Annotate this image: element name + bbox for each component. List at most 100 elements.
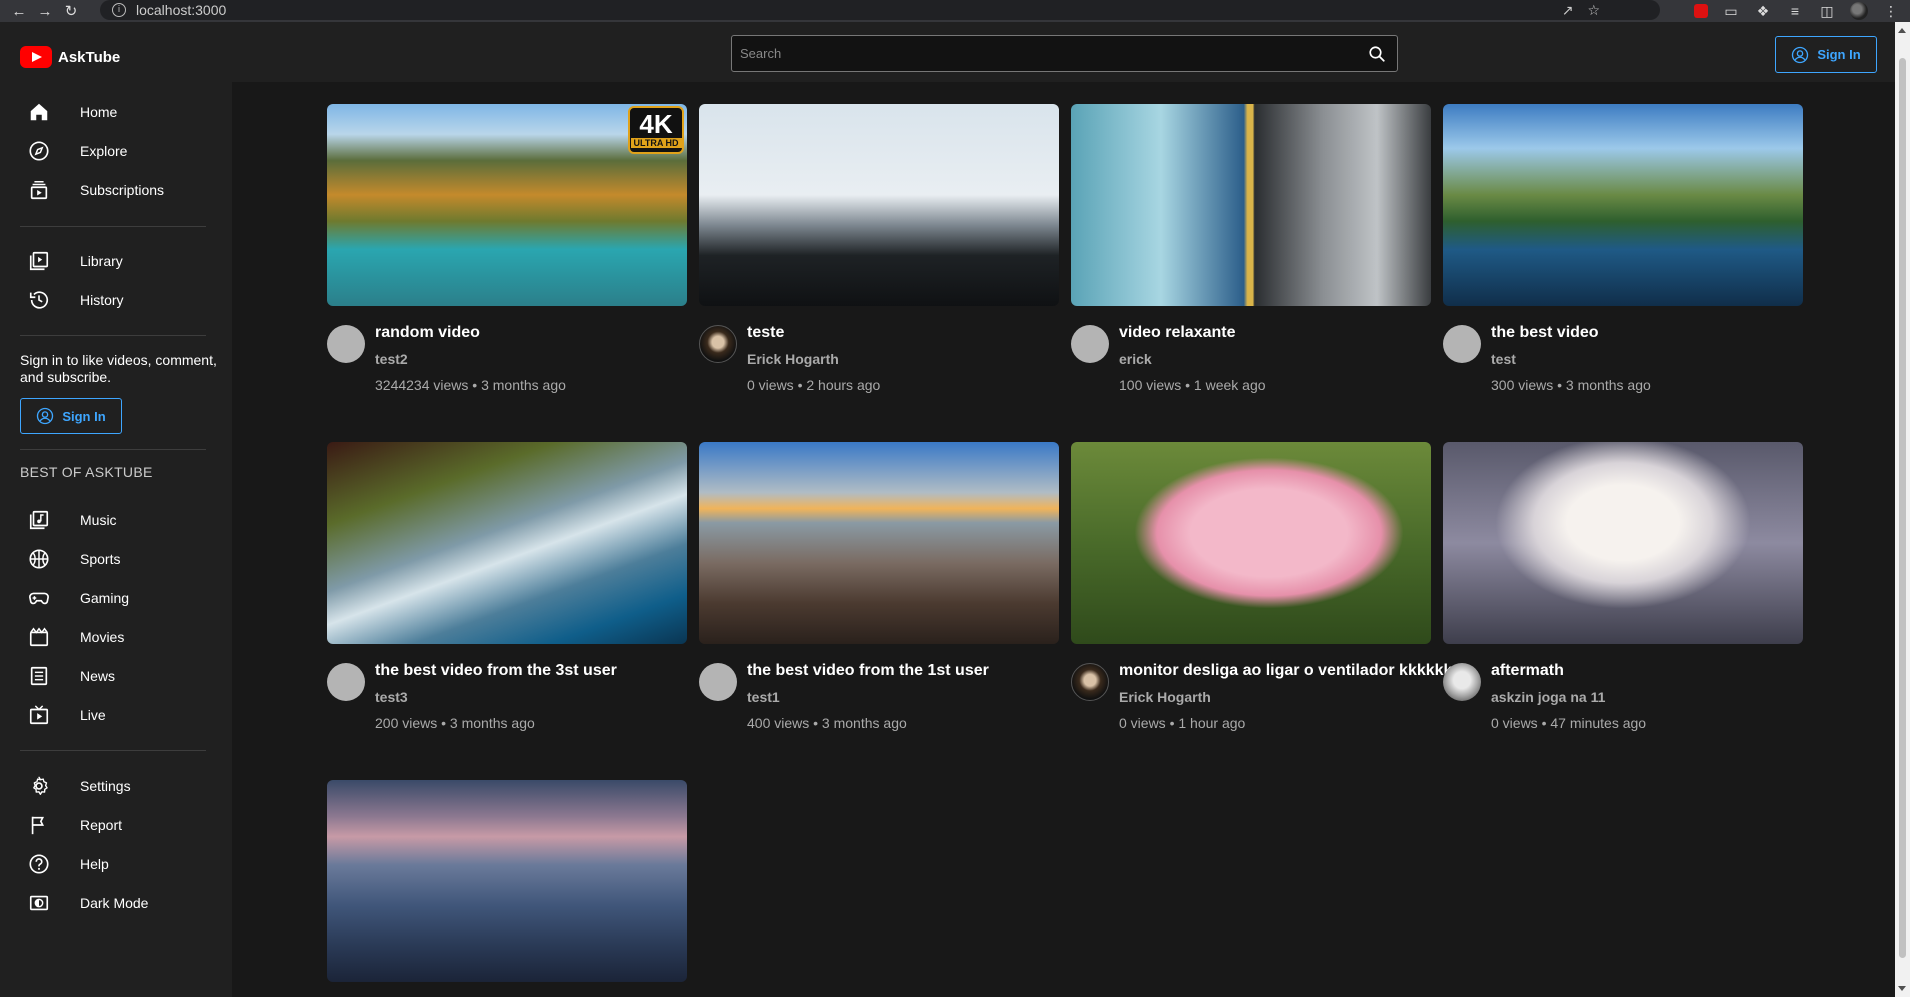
flag-icon — [31, 816, 45, 835]
video-card[interactable] — [327, 780, 687, 982]
profile-avatar[interactable] — [1850, 2, 1868, 20]
sidebar-item-history[interactable]: History — [20, 282, 210, 318]
video-title[interactable]: the best video from the 3st user — [375, 662, 617, 680]
sidebar-item-label: Gaming — [80, 590, 130, 606]
video-thumbnail[interactable]: 4K ULTRA HD — [327, 104, 687, 306]
sidebar-item-explore[interactable]: Explore — [20, 133, 210, 169]
video-card[interactable]: teste Erick Hogarth 0 views • 2 hours ago — [699, 104, 1059, 393]
sidebar-item-library[interactable]: Library — [20, 243, 210, 279]
channel-avatar[interactable] — [1443, 663, 1481, 701]
site-info-icon[interactable]: i — [112, 3, 126, 17]
video-card[interactable]: monitor desliga ao ligar o ventilador kk… — [1071, 442, 1452, 731]
sign-in-button[interactable]: Sign In — [1775, 36, 1877, 73]
channel-name[interactable]: test — [1491, 351, 1516, 367]
channel-name[interactable]: test1 — [747, 689, 780, 705]
share-icon[interactable]: ↗ — [1562, 2, 1574, 19]
video-card[interactable]: the best video test 300 views • 3 months a… — [1443, 104, 1803, 393]
channel-avatar[interactable] — [1443, 325, 1481, 363]
sidebar-item-dark-mode[interactable]: Dark Mode — [20, 885, 210, 921]
cast-icon[interactable]: ▭ — [1722, 3, 1740, 20]
home-icon — [30, 103, 48, 121]
sidebar-sign-in-button[interactable]: Sign In — [20, 398, 122, 434]
sidebar-item-live[interactable]: Live — [20, 697, 210, 733]
search-input[interactable] — [732, 46, 1357, 61]
video-card[interactable]: aftermath askzin joga na 11 0 views • 47 m… — [1443, 442, 1803, 731]
compass-icon — [29, 141, 49, 161]
video-thumbnail[interactable] — [327, 442, 687, 644]
scrollbar-thumb[interactable] — [1899, 58, 1906, 958]
channel-name[interactable]: test2 — [375, 351, 408, 367]
video-title[interactable]: teste — [747, 324, 784, 342]
sidebar-item-settings[interactable]: Settings — [20, 768, 210, 804]
video-meta: 3244234 views • 3 months ago — [375, 377, 566, 393]
sports-icon — [29, 549, 49, 569]
sidebar-item-label: Home — [80, 104, 118, 120]
video-thumbnail[interactable] — [699, 442, 1059, 644]
search-button[interactable] — [1357, 36, 1397, 71]
bookmark-star-icon[interactable]: ☆ — [1587, 2, 1600, 19]
puzzle-icon[interactable]: ❖ — [1754, 3, 1772, 20]
video-card[interactable]: video relaxante erick 100 views • 1 week a… — [1071, 104, 1431, 393]
sidebar-item-home[interactable]: Home — [20, 94, 210, 130]
sign-in-prompt: Sign in to like videos, comment, and sub… — [20, 352, 217, 385]
app-name: AskTube — [58, 48, 121, 66]
video-card[interactable]: the best video from the 1st user test1 400… — [699, 442, 1059, 731]
video-title[interactable]: monitor desliga ao ligar o ventilador kk… — [1119, 662, 1452, 680]
sidebar-item-label: Report — [80, 817, 123, 833]
video-thumbnail[interactable] — [327, 780, 687, 982]
forward-icon[interactable]: → — [32, 0, 58, 22]
channel-name[interactable]: askzin joga na 11 — [1491, 689, 1605, 705]
sidebar-item-music[interactable]: Music — [20, 502, 210, 538]
logo[interactable]: AskTube — [20, 46, 120, 68]
reading-list-icon[interactable]: ≡ — [1786, 3, 1804, 19]
page-scrollbar[interactable] — [1895, 22, 1910, 997]
sidebar-item-subscriptions[interactable]: Subscriptions — [20, 172, 210, 208]
video-card[interactable]: 4K ULTRA HD random video test2 3244234 views… — [327, 104, 687, 393]
sidebar-item-movies[interactable]: Movies — [20, 619, 210, 655]
channel-avatar[interactable] — [1071, 325, 1109, 363]
channel-name[interactable]: Erick Hogarth — [1119, 689, 1211, 705]
search-bar — [731, 35, 1398, 72]
video-thumbnail[interactable] — [1071, 442, 1431, 644]
channel-avatar[interactable] — [699, 325, 737, 363]
channel-name[interactable]: test3 — [375, 689, 408, 705]
sidebar-item-label: Settings — [80, 778, 131, 794]
channel-avatar[interactable] — [327, 663, 365, 701]
badge-4k-text: 4K — [639, 109, 673, 139]
video-title[interactable]: the best video — [1491, 324, 1599, 342]
sidebar-item-news[interactable]: News — [20, 658, 210, 694]
search-icon — [1369, 45, 1385, 62]
extension-icon[interactable] — [1694, 4, 1708, 18]
video-title[interactable]: video relaxante — [1119, 324, 1236, 342]
video-card[interactable]: the best video from the 3st user test3 200… — [327, 442, 687, 731]
video-thumbnail[interactable] — [1443, 442, 1803, 644]
channel-name[interactable]: Erick Hogarth — [747, 351, 839, 367]
channel-name[interactable]: erick — [1119, 351, 1152, 367]
history-icon — [29, 291, 49, 309]
scroll-down-icon[interactable] — [1898, 986, 1906, 991]
address-bar[interactable]: i localhost:3000 — [100, 0, 1660, 20]
video-thumbnail[interactable] — [1071, 104, 1431, 306]
scroll-up-icon[interactable] — [1898, 28, 1906, 33]
sidebar-item-report[interactable]: Report — [20, 807, 210, 843]
back-icon[interactable]: ← — [6, 0, 32, 22]
live-icon — [29, 705, 49, 725]
channel-avatar[interactable] — [699, 663, 737, 701]
reload-icon[interactable]: ↻ — [58, 0, 84, 22]
video-title[interactable]: aftermath — [1491, 662, 1564, 680]
sidebar-item-help[interactable]: Help — [20, 846, 210, 882]
video-thumbnail[interactable] — [1443, 104, 1803, 306]
channel-avatar[interactable] — [1071, 663, 1109, 701]
menu-icon[interactable]: ⋮ — [1882, 3, 1900, 20]
account-icon — [37, 407, 54, 425]
gaming-icon — [29, 592, 49, 605]
sidebar-item-sports[interactable]: Sports — [20, 541, 210, 577]
video-title[interactable]: random video — [375, 324, 480, 342]
channel-avatar[interactable] — [327, 325, 365, 363]
sidebar-item-gaming[interactable]: Gaming — [20, 580, 210, 616]
side-panel-icon[interactable]: ◫ — [1818, 3, 1836, 20]
video-title[interactable]: the best video from the 1st user — [747, 662, 989, 680]
video-thumbnail[interactable] — [699, 104, 1059, 306]
sidebar-item-label: Sports — [80, 551, 121, 567]
help-icon — [29, 854, 49, 874]
